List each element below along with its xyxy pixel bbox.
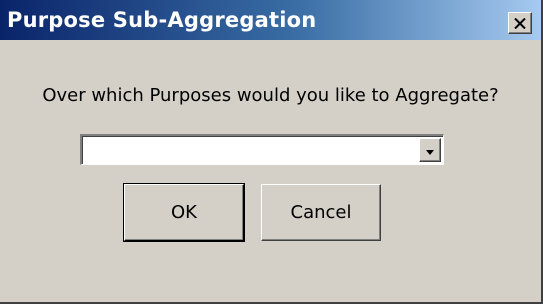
prompt-text: Over which Purposes would you like to Ag… bbox=[42, 85, 499, 106]
purpose-select[interactable] bbox=[80, 134, 444, 165]
cancel-button[interactable]: Cancel bbox=[261, 184, 381, 241]
ok-button-label: OK bbox=[171, 202, 197, 223]
title-bar[interactable]: Purpose Sub-Aggregation bbox=[0, 0, 541, 40]
dropdown-button[interactable] bbox=[419, 138, 441, 162]
close-icon bbox=[514, 14, 526, 33]
purpose-sub-aggregation-dialog: Purpose Sub-Aggregation Over which Purpo… bbox=[0, 0, 543, 304]
chevron-down-icon bbox=[425, 141, 435, 160]
close-button[interactable] bbox=[508, 12, 532, 34]
ok-button[interactable]: OK bbox=[123, 183, 245, 242]
cancel-button-label: Cancel bbox=[290, 202, 352, 223]
window-title: Purpose Sub-Aggregation bbox=[7, 8, 317, 32]
